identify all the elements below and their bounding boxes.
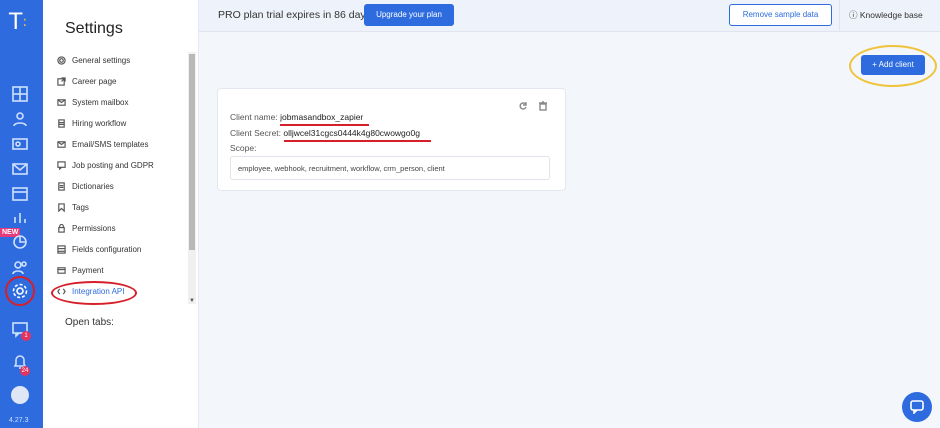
menu-item-system-mailbox[interactable]: System mailbox: [57, 98, 128, 107]
knowledge-base-link[interactable]: ⓘ Knowledge base: [849, 9, 923, 21]
app-sidebar: T: NEW 1 24 4.27.3: [0, 0, 43, 428]
candidates-icon[interactable]: [11, 135, 29, 153]
client-secret-underline-annotation: [284, 140, 431, 142]
analytics-icon[interactable]: [11, 233, 29, 251]
menu-item-general-settings[interactable]: General settings: [57, 56, 130, 65]
settings-title: Settings: [65, 20, 123, 37]
client-card: Client name: jobmasandbox_zapier Client …: [217, 88, 566, 191]
list-icon: [57, 182, 66, 191]
dashboard-icon[interactable]: [11, 85, 29, 103]
settings-scrollbar[interactable]: ▼: [188, 52, 196, 304]
client-name-value: jobmasandbox_zapier: [280, 112, 364, 122]
open-tabs-heading: Open tabs:: [65, 317, 114, 328]
app-logo[interactable]: T:: [9, 10, 27, 35]
settings-panel: Settings General settings Career page Sy…: [43, 0, 199, 428]
client-secret-value[interactable]: olljwcel31cgcs0444k4g80cwowgo0g: [283, 128, 420, 138]
support-chat-button[interactable]: [902, 392, 932, 422]
trial-text: PRO plan trial expires in 86 days: [218, 9, 371, 21]
team-icon[interactable]: [11, 110, 29, 128]
messages-icon[interactable]: [11, 160, 29, 178]
app-version: 4.27.3: [9, 417, 29, 424]
reports-icon[interactable]: [11, 208, 29, 226]
scope-label: Scope:: [230, 143, 257, 153]
menu-item-fields-configuration[interactable]: Fields configuration: [57, 245, 141, 254]
notifications-count-badge: 24: [20, 366, 30, 376]
bookmark-icon: [57, 203, 66, 213]
client-name-row: Client name: jobmasandbox_zapier: [230, 112, 364, 122]
chat-bubble-icon: [57, 161, 66, 171]
envelope-icon: [57, 140, 66, 149]
client-name-underline-annotation: [280, 124, 369, 126]
add-client-highlight-annotation: [849, 45, 937, 87]
menu-item-permissions[interactable]: Permissions: [57, 223, 116, 233]
remove-sample-data-button[interactable]: Remove sample data: [729, 4, 832, 26]
scope-field[interactable]: employee, webhook, recruitment, workflow…: [230, 156, 550, 180]
refresh-icon[interactable]: [518, 98, 528, 110]
fields-icon: [57, 245, 66, 254]
menu-item-tags[interactable]: Tags: [57, 203, 89, 213]
calendar-icon[interactable]: [11, 184, 29, 202]
external-link-icon: [57, 77, 66, 86]
lock-icon: [57, 223, 66, 233]
upgrade-plan-button[interactable]: Upgrade your plan: [364, 4, 454, 26]
menu-item-hiring-workflow[interactable]: Hiring workflow: [57, 119, 126, 128]
scroll-down-arrow-icon[interactable]: ▼: [189, 298, 195, 304]
trash-icon[interactable]: [538, 98, 548, 111]
menu-item-career-page[interactable]: Career page: [57, 77, 116, 86]
help-circle-icon: ⓘ: [849, 10, 858, 20]
scrollbar-thumb[interactable]: [189, 54, 195, 250]
settings-highlight-annotation: [5, 276, 35, 306]
client-secret-row: Client Secret: olljwcel31cgcs0444k4g80cw…: [230, 128, 420, 138]
users-icon[interactable]: [11, 258, 29, 276]
credit-card-icon: [57, 266, 66, 275]
gear-icon: [57, 56, 66, 65]
menu-item-dictionaries[interactable]: Dictionaries: [57, 182, 114, 191]
user-avatar[interactable]: [11, 386, 29, 404]
mail-icon: [57, 98, 66, 107]
top-bar: PRO plan trial expires in 86 days Upgrad…: [199, 0, 940, 32]
menu-item-job-posting-gdpr[interactable]: Job posting and GDPR: [57, 161, 154, 171]
chat-bubble-icon: [910, 400, 924, 414]
chat-count-badge: 1: [21, 331, 31, 341]
integration-api-highlight-annotation: [51, 281, 137, 305]
stack-icon: [57, 119, 66, 128]
menu-item-payment[interactable]: Payment: [57, 266, 104, 275]
topbar-divider: [839, 0, 840, 31]
menu-item-email-sms-templates[interactable]: Email/SMS templates: [57, 140, 148, 149]
